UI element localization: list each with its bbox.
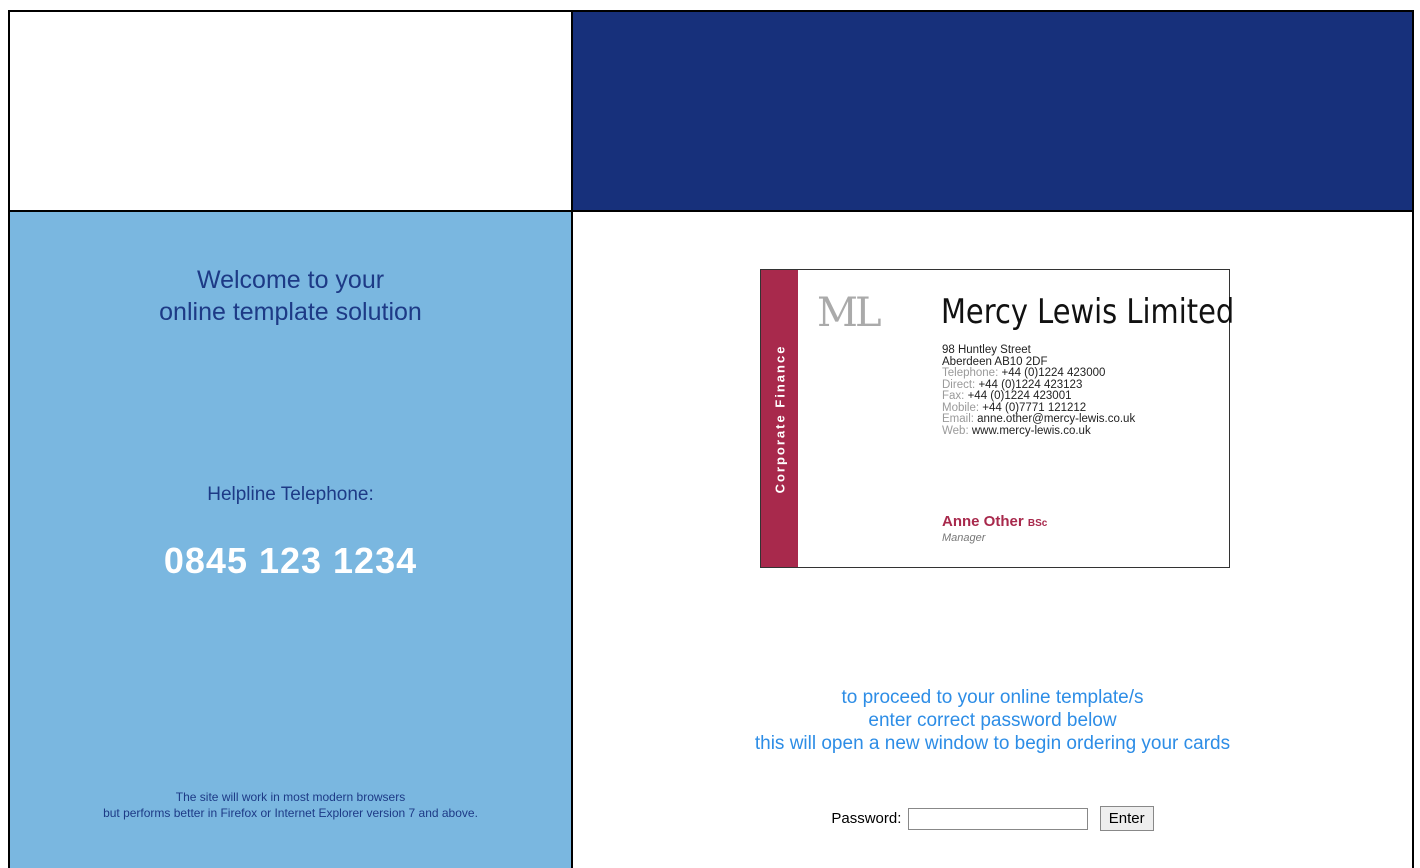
main-panel: Corporate Finance ML Mercy Lewis Limited… xyxy=(573,212,1412,868)
card-company-name: Mercy Lewis Limited xyxy=(941,292,1235,332)
card-telephone-value: +44 (0)1224 423000 xyxy=(1001,367,1106,379)
business-card-preview: Corporate Finance ML Mercy Lewis Limited… xyxy=(760,269,1234,568)
password-form: Password: Enter xyxy=(573,806,1412,831)
card-mobile-label: Mobile: xyxy=(942,401,980,414)
card-telephone-label: Telephone: xyxy=(942,367,999,379)
card-contact-details: 98 Huntley Street Aberdeen AB10 2DF Tele… xyxy=(942,344,1136,438)
card-address-line-1: 98 Huntley Street xyxy=(942,344,1031,356)
card-person-name-text: Anne Other xyxy=(942,513,1024,530)
card-direct-label: Direct: xyxy=(942,378,976,391)
helpline-label: Helpline Telephone: xyxy=(207,484,374,505)
card-monogram-logo: ML xyxy=(817,290,882,336)
card-web-label: Web: xyxy=(942,424,969,437)
card-fax-label: Fax: xyxy=(942,390,965,402)
helpline-number: 0845 123 1234 xyxy=(163,540,418,581)
password-input[interactable] xyxy=(907,807,1088,830)
header-logo-area xyxy=(10,12,573,212)
password-instructions: to proceed to your online template/s ent… xyxy=(573,686,1412,755)
card-person-name: Anne Other BSc xyxy=(942,513,1047,530)
password-label: Password: xyxy=(831,810,902,827)
welcome-line-1: Welcome to your xyxy=(196,266,385,294)
card-person-role: Manager xyxy=(942,532,986,544)
left-info-panel: Welcome to your online template solution… xyxy=(10,212,573,868)
page-frame: Welcome to your online template solution… xyxy=(8,10,1414,868)
welcome-heading: Welcome to your online template solution xyxy=(10,264,571,328)
browser-note: The site will work in most modern browse… xyxy=(10,789,571,821)
browser-note-line-2: but performs better in Firefox or Intern… xyxy=(103,806,478,820)
instruction-line-2: enter correct password below xyxy=(868,710,1117,731)
card-direct-value: +44 (0)1224 423123 xyxy=(978,378,1083,391)
card-side-band: Corporate Finance xyxy=(761,270,798,567)
card-band-text: Corporate Finance xyxy=(772,344,787,493)
welcome-line-2: online template solution xyxy=(159,298,422,326)
instruction-line-1: to proceed to your online template/s xyxy=(841,687,1144,708)
card-mobile-value: +44 (0)7771 121212 xyxy=(982,401,1087,414)
card-web: Web: www.mercy-lewis.co.uk xyxy=(942,424,1135,438)
enter-button[interactable]: Enter xyxy=(1099,806,1154,831)
card-fax-value: +44 (0)1224 423001 xyxy=(967,390,1072,402)
header-banner xyxy=(573,12,1412,212)
card-web-value: www.mercy-lewis.co.uk xyxy=(971,424,1091,437)
card-email-label: Email: xyxy=(942,413,974,425)
card-email-value: anne.other@mercy-lewis.co.uk xyxy=(977,413,1136,425)
card-person-quals: BSc xyxy=(1027,518,1048,529)
browser-note-line-1: The site will work in most modern browse… xyxy=(175,790,406,804)
instruction-line-3: this will open a new window to begin ord… xyxy=(754,733,1231,754)
